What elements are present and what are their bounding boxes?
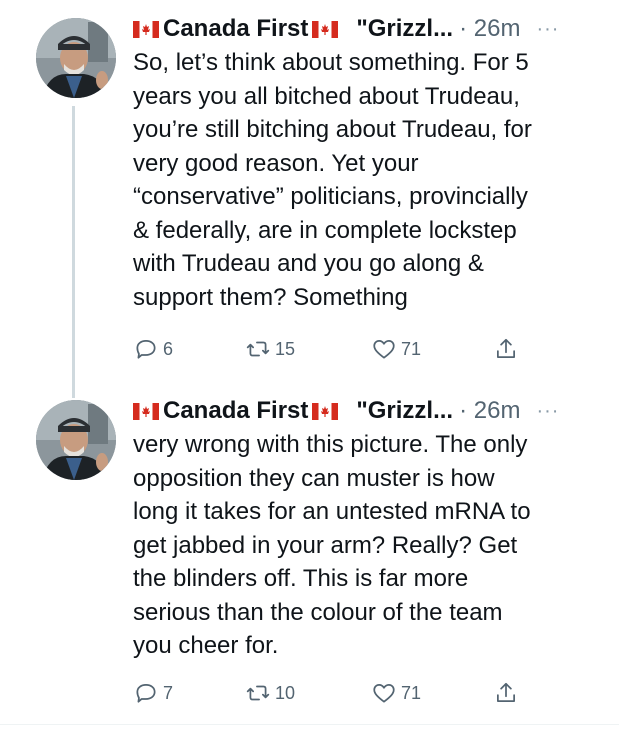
more-icon[interactable]: ··· [536, 18, 559, 41]
reply-icon [136, 684, 156, 703]
tweet-actions: 6 15 71 [133, 334, 533, 364]
avatar-photo [36, 400, 116, 480]
reply-icon [136, 340, 156, 359]
reply-count: 6 [163, 338, 174, 359]
reply-count: 7 [163, 682, 174, 703]
canada-flag-icon [312, 20, 339, 38]
avatar[interactable] [36, 400, 116, 480]
handle[interactable]: "Grizzl... [356, 15, 453, 43]
share-button[interactable] [493, 334, 519, 364]
display-name[interactable]: Canada First [163, 397, 308, 425]
like-button[interactable]: 71 [371, 678, 421, 708]
retweet-button[interactable]: 15 [245, 334, 295, 364]
display-name[interactable]: Canada First [163, 15, 308, 43]
reply-button[interactable]: 6 [133, 334, 173, 364]
retweet-icon [246, 341, 270, 357]
share-icon [497, 682, 515, 702]
tweet-actions: 7 10 71 [133, 678, 533, 708]
like-icon [373, 340, 395, 359]
like-count: 71 [401, 682, 422, 703]
share-icon [497, 338, 515, 358]
tweet-header: Canada First "Grizzl... · 26m ··· [133, 12, 603, 46]
tweet-1[interactable]: Canada First "Grizzl... · 26m ··· So, le… [0, 0, 619, 398]
canada-flag-icon [133, 20, 159, 38]
share-button[interactable] [493, 678, 519, 708]
thread-line [72, 106, 75, 398]
tweet-2[interactable]: Canada First "Grizzl... · 26m ··· very w… [0, 380, 619, 734]
like-count: 71 [401, 338, 422, 359]
retweet-button[interactable]: 10 [245, 678, 295, 708]
avatar-photo [36, 18, 116, 98]
timestamp[interactable]: · 26m [459, 397, 520, 425]
timestamp[interactable]: · 26m [459, 15, 520, 43]
canada-flag-icon [312, 402, 339, 420]
like-button[interactable]: 71 [371, 334, 421, 364]
like-icon [373, 684, 395, 703]
reply-button[interactable]: 7 [133, 678, 173, 708]
divider [0, 724, 619, 725]
retweet-count: 15 [275, 338, 296, 359]
retweet-count: 10 [275, 682, 296, 703]
tweet-text: So, let’s think about something. For 5 y… [133, 49, 532, 311]
retweet-icon [246, 685, 270, 701]
tweet-text: very wrong with this picture. The only o… [133, 431, 531, 659]
avatar[interactable] [36, 18, 116, 98]
handle[interactable]: "Grizzl... [356, 397, 453, 425]
tweet-header: Canada First "Grizzl... · 26m ··· [133, 394, 603, 428]
canada-flag-icon [133, 402, 159, 420]
more-icon[interactable]: ··· [536, 400, 559, 423]
